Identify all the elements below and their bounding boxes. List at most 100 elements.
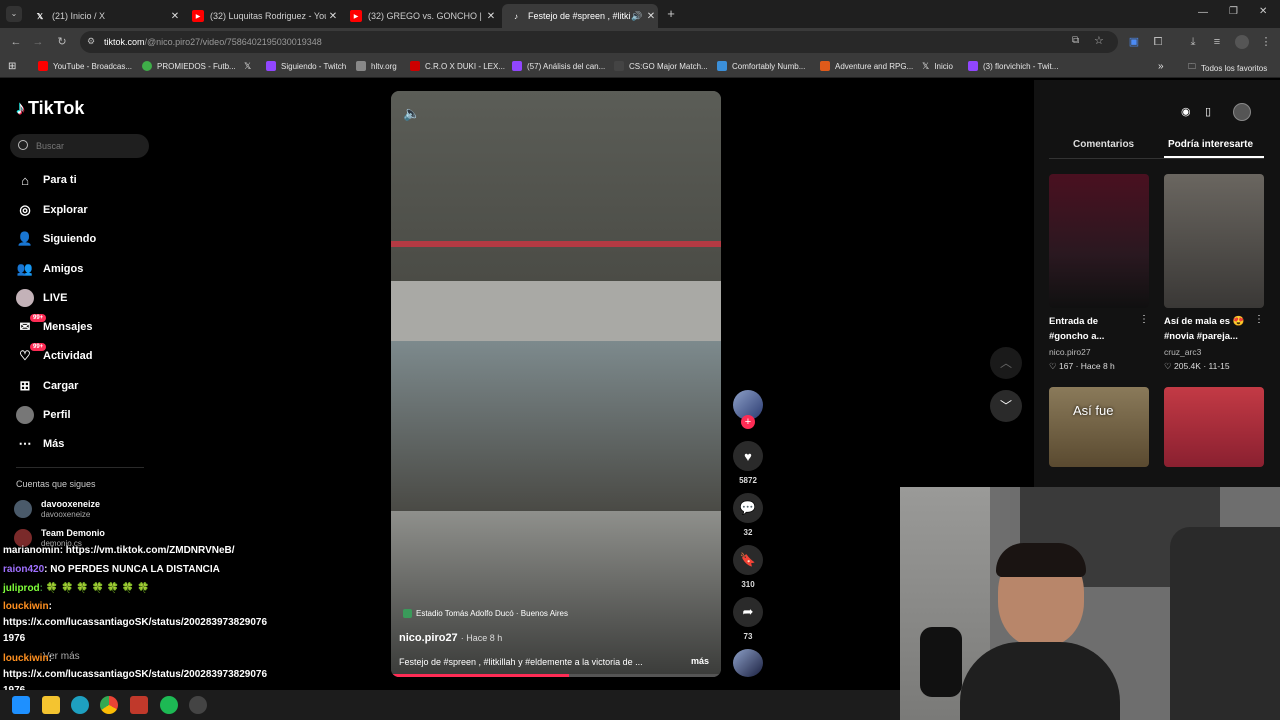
- share-button[interactable]: ➦: [733, 597, 763, 627]
- next-video-button[interactable]: ﹀: [990, 390, 1022, 422]
- media-controls-icon[interactable]: ≡: [1209, 34, 1225, 50]
- recommended-video-thumbnail[interactable]: [1049, 174, 1149, 308]
- close-tab-icon[interactable]: ✕: [484, 11, 498, 22]
- recommended-video-thumbnail[interactable]: [1164, 174, 1264, 308]
- divider: [16, 467, 144, 468]
- home-icon: ⌂: [21, 172, 29, 188]
- site-info-icon[interactable]: ⚙: [87, 36, 95, 47]
- browser-tab-active[interactable]: ♪ Festejo de #spreen , #litkillah 🔊 ✕: [502, 4, 658, 28]
- download-icon[interactable]: ⤓: [1185, 34, 1201, 50]
- obs-icon[interactable]: [189, 696, 207, 714]
- follow-plus-icon[interactable]: +: [741, 415, 755, 429]
- streaming-app-icon[interactable]: [130, 696, 148, 714]
- volume-icon[interactable]: 🔈: [403, 105, 420, 122]
- windows-start-icon[interactable]: [12, 696, 30, 714]
- nav-live[interactable]: LIVE: [16, 287, 67, 309]
- nav-cargar[interactable]: ⊞ Cargar: [16, 375, 79, 397]
- minimize-icon[interactable]: —: [1198, 7, 1208, 18]
- twitch-icon: [512, 61, 522, 71]
- music-disc[interactable]: [733, 649, 763, 677]
- tab-search-button[interactable]: ⌄: [6, 6, 22, 22]
- profile-avatar[interactable]: [1235, 35, 1249, 49]
- twitch-icon: [968, 61, 978, 71]
- followed-account[interactable]: davooxeneize davooxeneize: [14, 499, 100, 519]
- recommended-author[interactable]: cruz_arc3: [1164, 347, 1201, 357]
- bookmark-item[interactable]: 𝕏 Inicio: [922, 61, 953, 72]
- file-explorer-icon[interactable]: [42, 696, 60, 714]
- close-tab-icon[interactable]: ✕: [644, 11, 658, 22]
- location-tag[interactable]: Estadio Tomás Adolfo Ducó · Buenos Aires: [403, 609, 568, 618]
- recommended-title[interactable]: Entrada de #goncho a...: [1049, 314, 1127, 344]
- recommended-author[interactable]: nico.piro27: [1049, 347, 1091, 357]
- apps-icon[interactable]: ⊞: [8, 61, 16, 72]
- install-app-icon[interactable]: ⧉: [1072, 35, 1079, 46]
- browser-tab[interactable]: 𝕏 (21) Inicio / X ✕: [26, 4, 182, 28]
- recommended-stats: ♡ 167 · Hace 8 h: [1049, 361, 1115, 371]
- reload-icon[interactable]: ↻: [54, 34, 70, 50]
- chrome-icon[interactable]: [100, 696, 118, 714]
- like-button[interactable]: ♥: [733, 441, 763, 471]
- browser-tab[interactable]: ▶ (32) GREGO vs. GONCHO | PAR ✕: [342, 4, 498, 28]
- tab-podria-interesarte[interactable]: Podría interesarte: [1168, 139, 1253, 150]
- nav-perfil[interactable]: Perfil: [16, 404, 71, 426]
- close-tab-icon[interactable]: ✕: [326, 11, 340, 22]
- close-tab-icon[interactable]: ✕: [168, 11, 182, 22]
- new-tab-button[interactable]: +: [664, 6, 678, 22]
- progress-bar[interactable]: [391, 674, 721, 677]
- extension-icon[interactable]: ▣: [1126, 34, 1142, 50]
- video-player[interactable]: 🔈 Estadio Tomás Adolfo Ducó · Buenos Air…: [391, 91, 721, 677]
- thumbnail-overlay-text: Así fue: [1073, 403, 1114, 418]
- nav-mensajes[interactable]: ✉ 99+ Mensajes: [16, 314, 93, 338]
- back-icon[interactable]: ←: [8, 34, 24, 50]
- forward-icon[interactable]: →: [30, 34, 46, 50]
- speaker-icon[interactable]: 🔊: [630, 11, 644, 22]
- save-button[interactable]: 🔖: [733, 545, 763, 575]
- discover-icon[interactable]: ◉: [1181, 105, 1191, 118]
- bookmark-item[interactable]: YouTube - Broadcas...: [38, 61, 132, 71]
- menu-icon[interactable]: ⋮: [1258, 34, 1274, 50]
- bookmark-item[interactable]: hltv.org: [356, 61, 397, 71]
- video-author[interactable]: nico.piro27: [399, 632, 458, 644]
- spotify-icon[interactable]: [160, 696, 178, 714]
- caption-more-button[interactable]: más: [691, 656, 709, 666]
- edge-icon[interactable]: [71, 696, 89, 714]
- all-favorites-folder[interactable]: 🗀 Todos los favoritos: [1188, 61, 1267, 75]
- recommended-title[interactable]: Así de mala es 😍 #novia #pareja...: [1164, 314, 1252, 344]
- bookmark-item[interactable]: PROMIEDOS - Futb...: [142, 61, 236, 71]
- restore-icon[interactable]: ❐: [1229, 6, 1238, 17]
- more-options-icon[interactable]: ⋮: [1139, 314, 1149, 325]
- bookmark-item[interactable]: C.R.O X DUKI - LEX...: [410, 61, 505, 71]
- bookmark-item[interactable]: CS:GO Major Match...: [614, 61, 708, 71]
- bookmark-item[interactable]: (57) Análisis del can...: [512, 61, 605, 71]
- notification-badge: 99+: [30, 314, 47, 322]
- bookmark-item[interactable]: Comfortably Numb...: [717, 61, 805, 71]
- search-input[interactable]: Buscar: [10, 134, 149, 158]
- bookmark-item[interactable]: Siguiendo - Twitch: [266, 61, 346, 71]
- tab-comentarios[interactable]: Comentarios: [1073, 139, 1134, 150]
- previous-video-button[interactable]: ︿: [990, 347, 1022, 379]
- nav-explorar[interactable]: ◎ Explorar: [16, 199, 87, 221]
- bookmark-item[interactable]: 𝕏: [244, 61, 251, 72]
- nav-para-ti[interactable]: ⌂ Para ti: [16, 169, 77, 191]
- nav-actividad[interactable]: ♡ 99+ Actividad: [16, 343, 93, 367]
- nav-mas[interactable]: ⋯ Más: [16, 433, 65, 455]
- tiktok-logo[interactable]: ♪ TikTok: [16, 98, 84, 119]
- recommended-video-thumbnail[interactable]: [1164, 387, 1264, 467]
- nav-amigos[interactable]: 👥 Amigos: [16, 258, 83, 280]
- bookmark-star-icon[interactable]: ☆: [1094, 34, 1104, 47]
- browser-tab[interactable]: ▶ (32) Luquitas Rodriguez - YouTu ✕: [184, 4, 340, 28]
- address-bar[interactable]: ⚙ tiktok.com/@nico.piro27/video/75864021…: [80, 31, 1118, 53]
- taskbar: [0, 690, 900, 720]
- bookmark-item[interactable]: (3) florvichich - Twit...: [968, 61, 1058, 71]
- avatar[interactable]: [1233, 103, 1251, 121]
- recommended-video-thumbnail[interactable]: Así fue: [1049, 387, 1149, 467]
- mobile-icon[interactable]: ▯: [1205, 105, 1211, 118]
- bookmark-item[interactable]: Adventure and RPG...: [820, 61, 913, 71]
- more-bookmarks-icon[interactable]: »: [1158, 61, 1164, 72]
- close-window-icon[interactable]: ✕: [1259, 6, 1267, 17]
- more-options-icon[interactable]: ⋮: [1254, 314, 1264, 325]
- nav-siguiendo[interactable]: 👤 Siguiendo: [16, 228, 96, 250]
- comment-button[interactable]: 💬: [733, 493, 763, 523]
- extensions-puzzle-icon[interactable]: ⧠: [1150, 34, 1166, 50]
- promiedos-icon: [142, 61, 152, 71]
